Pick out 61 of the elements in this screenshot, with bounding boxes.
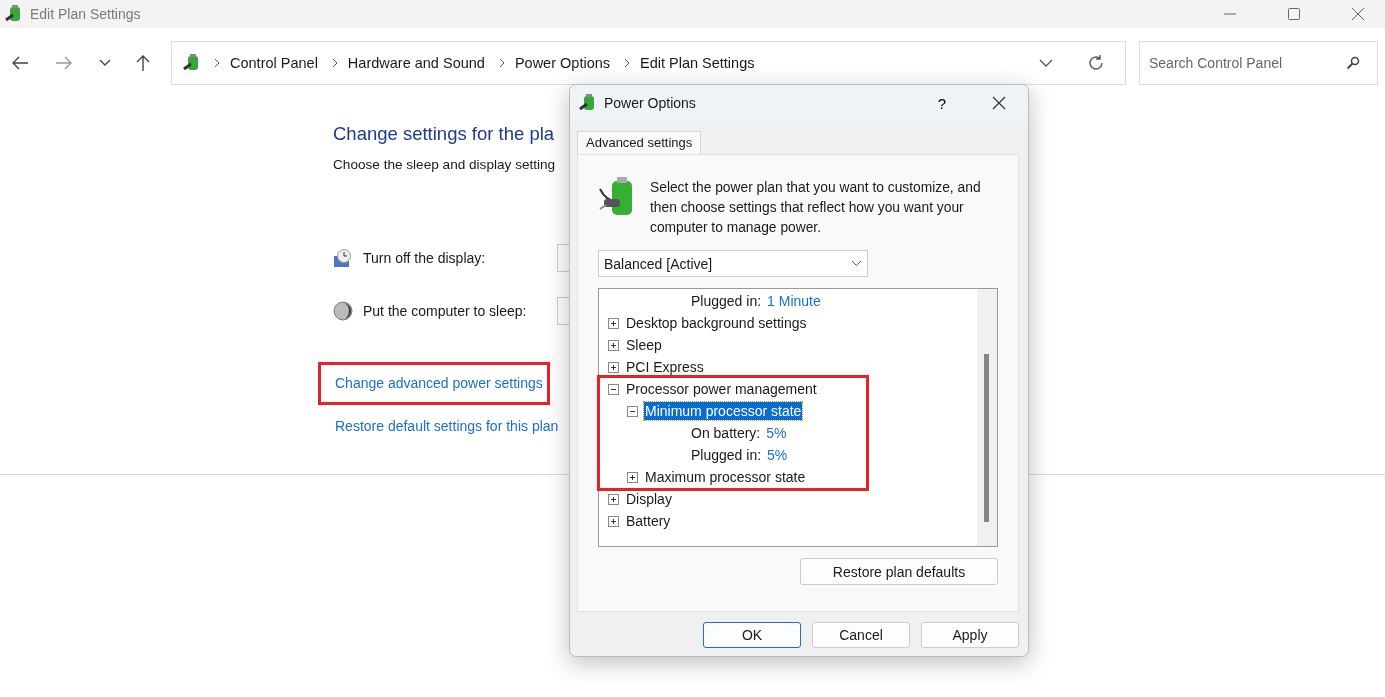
setting-value[interactable]: 5% (766, 425, 787, 441)
scrollbar[interactable] (977, 289, 997, 546)
chevron-right-icon (331, 58, 338, 68)
expander-icon[interactable] (608, 361, 619, 373)
page-heading: Change settings for the pla (333, 123, 556, 145)
tree-item[interactable]: Battery (625, 512, 672, 530)
setting-label: Plugged in: (691, 447, 762, 463)
setting-value[interactable]: 5% (767, 447, 788, 463)
dialog-button[interactable]: Cancel (812, 622, 910, 648)
chevron-right-icon (498, 58, 505, 68)
expander-icon[interactable] (608, 515, 619, 527)
expander-icon[interactable] (627, 471, 638, 483)
expander-icon[interactable] (608, 383, 619, 395)
close-icon[interactable] (1351, 7, 1365, 21)
intro-text: Select the power plan that you want to customize, and then choose settings that reflect how you want your computer to manage power. (650, 179, 982, 237)
chevron-down-icon[interactable] (99, 59, 111, 67)
tree-item[interactable]: Maximum processor state (644, 468, 807, 486)
setting-value[interactable]: 1 Minute (767, 293, 821, 309)
setting-label: Plugged in: (691, 293, 762, 309)
monitor-clock-icon (333, 248, 353, 268)
close-icon[interactable] (992, 96, 1006, 110)
forward-icon[interactable] (55, 55, 73, 71)
breadcrumb-item[interactable]: Hardware and Sound (347, 55, 485, 71)
tree-item[interactable]: PCI Express (625, 358, 705, 376)
breadcrumb-item[interactable]: Edit Plan Settings (640, 55, 755, 71)
expander-icon[interactable] (608, 339, 619, 351)
chevron-right-icon (214, 58, 220, 68)
link[interactable]: Change advanced power settings (335, 375, 543, 391)
dialog-button[interactable]: OK (703, 622, 801, 648)
dialog-title: Power Options (604, 95, 696, 111)
tree-item[interactable]: Desktop background settings (625, 314, 808, 332)
chevron-down-icon (851, 260, 862, 267)
tree-item[interactable]: Sleep (625, 336, 663, 354)
tab[interactable]: Advanced settings (577, 131, 702, 154)
plan-dropdown[interactable]: Balanced [Active] (598, 250, 868, 277)
chevron-right-icon (624, 58, 630, 68)
setting-label: Put the computer to sleep: (363, 303, 528, 319)
window-title: Edit Plan Settings (30, 6, 141, 22)
page-subtitle: Choose the sleep and display setting (333, 157, 557, 172)
tree-item[interactable]: Processor power management (625, 380, 818, 398)
refresh-icon[interactable] (1087, 54, 1105, 72)
restore-defaults-button[interactable]: Restore plan defaults (800, 558, 998, 585)
breadcrumb-item[interactable]: Power Options (514, 55, 610, 71)
tree-item[interactable]: Minimum processor state (644, 402, 803, 420)
expander-icon[interactable] (608, 317, 619, 329)
moon-icon (333, 301, 353, 321)
breadcrumb-item[interactable]: Control Panel (230, 55, 318, 71)
setting-label: Turn off the display: (363, 250, 487, 266)
maximize-icon[interactable] (1287, 7, 1301, 21)
setting-label: On battery: (691, 425, 761, 441)
search-field[interactable]: Search Control Panel (1139, 41, 1378, 85)
back-icon[interactable] (11, 55, 29, 71)
expander-icon[interactable] (608, 493, 619, 505)
tree-item[interactable]: Display (625, 490, 673, 508)
chevron-down-icon[interactable] (1039, 59, 1053, 67)
up-icon[interactable] (135, 54, 151, 72)
search-icon[interactable] (1346, 56, 1360, 70)
expander-icon[interactable] (627, 405, 638, 417)
link[interactable]: Restore default settings for this plan (335, 418, 559, 434)
dialog-button[interactable]: Apply (921, 622, 1019, 648)
help-button[interactable]: ? (937, 94, 946, 112)
